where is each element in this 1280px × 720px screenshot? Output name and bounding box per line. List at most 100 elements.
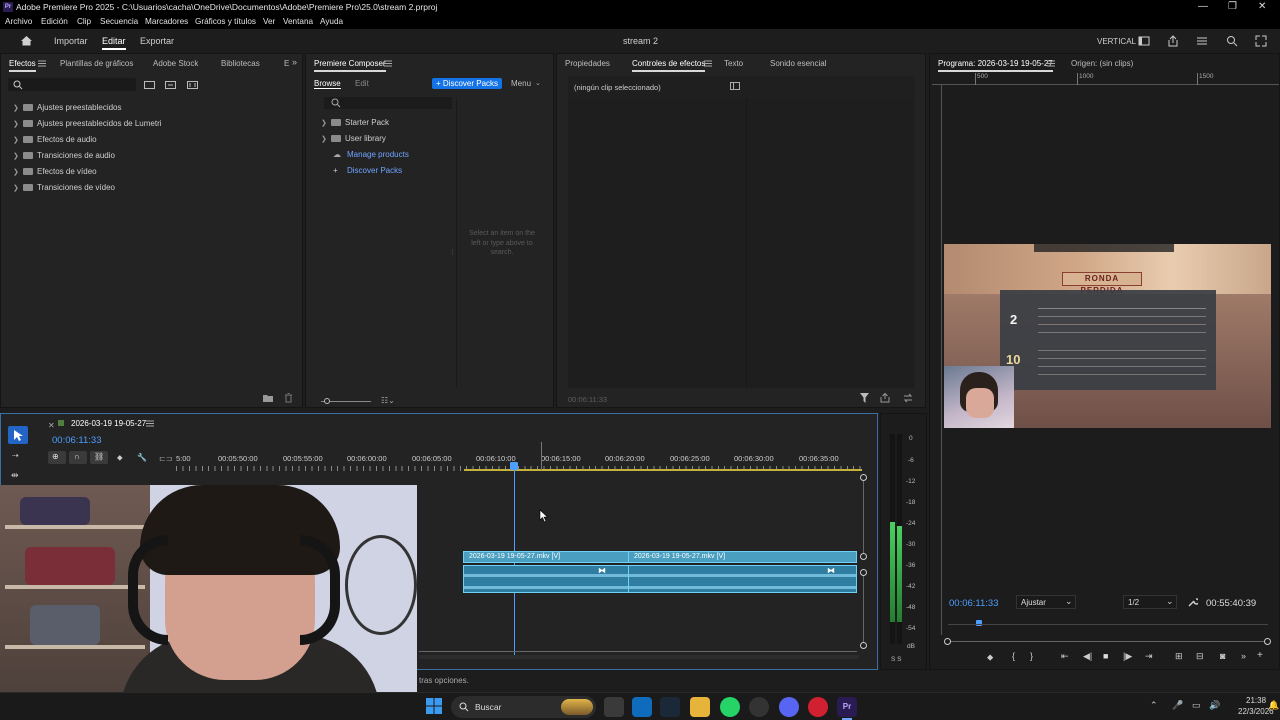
close-button[interactable]: ✕ [1258, 1, 1266, 12]
extract-icon[interactable]: ⊟ [1196, 651, 1204, 662]
add-marker-icon[interactable]: ⬥ [987, 652, 993, 663]
camera-icon[interactable]: ◙ [1220, 651, 1225, 661]
taskbar-search-box[interactable]: Buscar [451, 696, 596, 718]
layout-icon[interactable] [1138, 36, 1150, 46]
tree-item-presets[interactable]: ❯ Ajustes preestablecidos [13, 103, 122, 112]
vertical-scrollbar-lower[interactable] [863, 576, 864, 642]
menu-secuencia[interactable]: Secuencia [100, 17, 138, 26]
panel-menu-icon[interactable] [1047, 60, 1055, 67]
linked-selection-toggle[interactable]: ⛓ [90, 451, 108, 464]
panel-menu-icon[interactable] [384, 60, 392, 67]
export-icon[interactable] [880, 393, 890, 403]
menu-ayuda[interactable]: Ayuda [320, 17, 343, 26]
track-select-tool-icon[interactable]: ⇢ [12, 451, 19, 460]
timeline-ruler[interactable]: 5:00 00:05:50:00 00:05:55:00 00:06:00:00… [176, 454, 866, 464]
fullscreen-icon[interactable] [1255, 35, 1267, 47]
menu-ver[interactable]: Ver [263, 17, 275, 26]
tab-adobe-stock[interactable]: Adobe Stock [153, 59, 198, 68]
menu-edicion[interactable]: Edición [41, 17, 68, 26]
add-button-icon[interactable]: + [1257, 650, 1263, 661]
captions-icon[interactable]: ⊏⊐ [159, 454, 172, 463]
vertical-scroll-handle[interactable] [860, 642, 867, 649]
volume-icon[interactable]: 🔊 [1209, 700, 1220, 711]
discord-icon[interactable] [779, 697, 799, 717]
starter-pack-item[interactable]: ❯ Starter Pack [321, 118, 389, 127]
audio-clip-2[interactable]: ⧓ [628, 565, 857, 593]
accelerated-effects-icon[interactable] [144, 80, 155, 89]
step-forward-icon[interactable]: |▶ [1123, 651, 1132, 662]
program-scrubber[interactable] [948, 641, 1268, 642]
maximize-button[interactable]: ❐ [1228, 1, 1237, 12]
timeline-timecode[interactable]: 00:06:11:33 [52, 435, 101, 446]
tab-efectos[interactable]: Efectos [9, 59, 36, 72]
program-title[interactable]: Programa: 2026-03-19 19-05-27 [938, 59, 1053, 72]
wrench-icon[interactable]: 🔧 [137, 453, 147, 462]
menu-archivo[interactable]: Archivo [5, 17, 32, 26]
vertical-scroll-handle[interactable] [860, 474, 867, 481]
program-timecode[interactable]: 00:06:11:33 [949, 598, 998, 609]
new-bin-icon[interactable] [263, 394, 273, 402]
resize-handle-icon[interactable]: ⁝ [451, 248, 454, 257]
zoom-slider-handle[interactable] [324, 398, 330, 404]
notification-icon[interactable]: 🔔 [1268, 700, 1279, 711]
menu-marcadores[interactable]: Marcadores [145, 17, 188, 26]
tree-item-audio-effects[interactable]: ❯ Efectos de audio [13, 135, 97, 144]
horizontal-zoom-bar[interactable] [419, 655, 859, 659]
video-clip-2[interactable]: 2026-03-19 19-05-27.mkv [V] [628, 551, 857, 563]
opera-gx-icon[interactable] [808, 697, 828, 717]
search-icon[interactable] [1226, 35, 1238, 47]
close-sequence-icon[interactable]: ✕ [48, 421, 55, 430]
panel-menu-icon[interactable] [146, 420, 154, 427]
steam-icon[interactable] [660, 697, 680, 717]
composer-search-input[interactable] [324, 97, 452, 109]
minimize-button[interactable]: — [1198, 1, 1208, 12]
go-to-in-icon[interactable]: ⇤ [1061, 651, 1069, 662]
workspace-import[interactable]: Importar [54, 36, 88, 46]
vertical-scroll-handle[interactable] [860, 553, 867, 560]
network-icon[interactable]: ▭ [1192, 700, 1201, 711]
tray-chevron-up-icon[interactable]: ⌃ [1150, 700, 1158, 711]
magnet-toggle[interactable]: ∩ [69, 451, 87, 464]
view-options-icon[interactable]: ☷⌄ [381, 396, 395, 405]
share-icon[interactable] [1167, 35, 1179, 47]
snap-toggle[interactable]: ⊕ [48, 451, 66, 464]
program-video-frame[interactable]: RONDA PERDIDA 2 10 [944, 244, 1271, 428]
audio-clip-1[interactable]: ⧓ [463, 565, 629, 593]
whatsapp-icon[interactable] [720, 697, 740, 717]
app-icon[interactable] [749, 697, 769, 717]
tab-texto[interactable]: Texto [724, 59, 743, 68]
menu-clip[interactable]: Clip [77, 17, 91, 26]
scrubber-start-handle[interactable] [944, 638, 951, 645]
outlook-icon[interactable] [632, 697, 652, 717]
solo-buttons[interactable]: S S [891, 656, 901, 663]
workspace-edit[interactable]: Editar [102, 36, 126, 50]
panel-menu-icon[interactable] [38, 60, 46, 67]
tab-propiedades[interactable]: Propiedades [565, 59, 610, 68]
loop-icon[interactable] [903, 393, 913, 403]
ripple-edit-tool-icon[interactable]: ⇹ [11, 470, 19, 481]
discover-packs-button[interactable]: + Discover Packs [432, 78, 503, 89]
add-marker-icon[interactable]: ⬥ [117, 453, 123, 463]
lift-icon[interactable]: ⊞ [1175, 651, 1183, 662]
step-back-icon[interactable]: ◀| [1083, 651, 1092, 662]
menu-graficos[interactable]: Gráficos y títulos [195, 17, 256, 26]
tab-bibliotecas[interactable]: Bibliotecas [221, 59, 260, 68]
trash-icon[interactable] [284, 393, 293, 403]
program-playhead[interactable] [976, 620, 982, 626]
tree-item-video-effects[interactable]: ❯ Efectos de vídeo [13, 167, 97, 176]
32bit-effects-icon[interactable] [165, 80, 176, 89]
vertical-scroll-handle[interactable] [860, 569, 867, 576]
go-to-out-icon[interactable]: ⇥ [1145, 651, 1153, 662]
wrench-icon[interactable] [1188, 597, 1198, 607]
yuv-effects-icon[interactable] [187, 80, 198, 89]
tab-plantillas[interactable]: Plantillas de gráficos [60, 59, 133, 68]
tab-edit[interactable]: Edit [355, 79, 369, 88]
tab-sonido-esencial[interactable]: Sonido esencial [770, 59, 826, 68]
workspace-export[interactable]: Exportar [140, 36, 174, 46]
panel-menu-icon[interactable] [704, 60, 712, 67]
quality-select[interactable]: 1/2 ⌄ [1123, 595, 1177, 609]
premiere-taskbar-icon[interactable]: Pr [837, 697, 857, 717]
manage-products-link[interactable]: ☁ Manage products [333, 150, 409, 159]
file-explorer-icon[interactable] [690, 697, 710, 717]
tree-item-video-transitions[interactable]: ❯ Transiciones de vídeo [13, 183, 115, 192]
